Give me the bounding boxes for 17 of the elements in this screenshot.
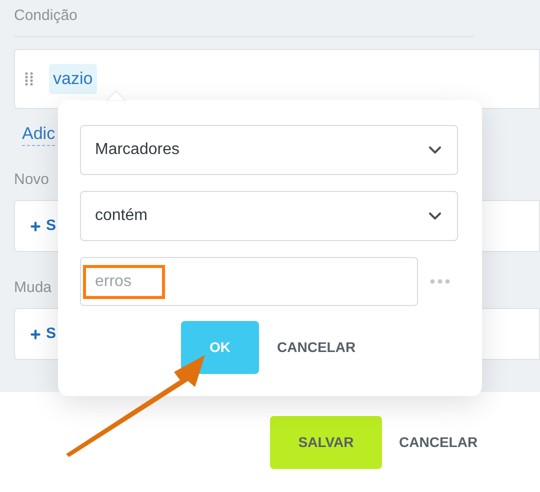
section-label: Condição	[14, 7, 78, 24]
save-button[interactable]: SALVAR	[270, 416, 382, 468]
add-link[interactable]: Adic	[22, 123, 56, 146]
text-input-field[interactable]: erros	[80, 257, 418, 306]
select-dropdown[interactable]: contém	[80, 191, 458, 241]
cancel-button[interactable]: CANCELAR	[399, 432, 478, 452]
section-label: Novo	[14, 170, 50, 190]
select-dropdown[interactable]: Marcadores	[80, 125, 458, 175]
section-label: Muda	[14, 278, 52, 298]
drag-handle-icon[interactable]	[25, 72, 33, 86]
more-icon[interactable]	[430, 279, 450, 284]
cancel-button[interactable]: CANCELAR	[277, 337, 356, 358]
plus-icon	[29, 328, 42, 340]
plus-icon	[29, 220, 42, 232]
add-button[interactable]: S	[29, 322, 56, 346]
condition-tag[interactable]: vazio	[49, 64, 97, 94]
add-button[interactable]: S	[29, 214, 56, 238]
